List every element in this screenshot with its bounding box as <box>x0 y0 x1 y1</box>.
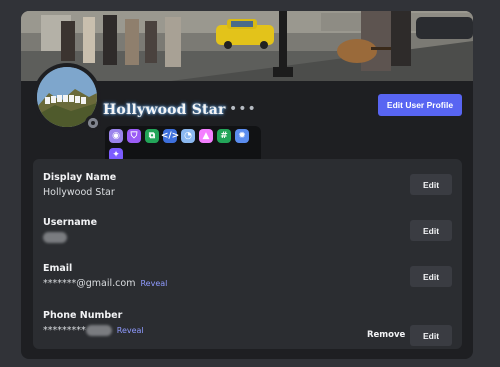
email-label: Email <box>43 263 73 274</box>
email-reveal-link[interactable]: Reveal <box>140 279 167 288</box>
phone-value-row: ********* Reveal <box>43 325 144 336</box>
developer-icon[interactable]: </> <box>161 129 179 143</box>
gear-badge-icon[interactable]: ✹ <box>235 129 249 143</box>
edit-email-button[interactable]: Edit <box>410 266 452 287</box>
email-field: Email *******@gmail.com Reveal <box>43 263 167 289</box>
phone-redacted <box>85 325 112 336</box>
status-indicator <box>85 115 101 131</box>
edit-username-button[interactable]: Edit <box>410 220 452 241</box>
email-value: *******@gmail.com <box>43 278 136 289</box>
shield-icon[interactable]: ⛉ <box>127 129 141 143</box>
nitro-icon[interactable]: ◔ <box>181 129 195 143</box>
edit-user-profile-button[interactable]: Edit User Profile <box>378 94 462 116</box>
account-info-panel: Display Name Hollywood Star Edit Usernam… <box>33 159 462 349</box>
display-name-label: Display Name <box>43 172 117 183</box>
remove-phone-button[interactable]: Remove <box>367 330 405 340</box>
username-label: Username <box>43 217 98 228</box>
triangle-icon[interactable]: ▲ <box>199 129 213 143</box>
edit-display-name-button[interactable]: Edit <box>410 174 452 195</box>
hypesquad-icon[interactable]: ◉ <box>109 129 123 143</box>
display-name-field: Display Name Hollywood Star <box>43 172 116 198</box>
display-name-value: Hollywood Star <box>43 187 115 198</box>
profile-display-name: Hollywood Star <box>103 102 226 118</box>
active-developer-icon[interactable]: ⧉ <box>145 129 159 143</box>
email-value-row: *******@gmail.com Reveal <box>43 278 167 289</box>
phone-field: Phone Number ********* Reveal <box>43 310 144 336</box>
hash-icon[interactable]: # <box>217 129 231 143</box>
phone-reveal-link[interactable]: Reveal <box>117 326 144 335</box>
phone-label: Phone Number <box>43 310 123 321</box>
username-redacted <box>43 232 67 243</box>
profile-card: Hollywood Star ••• ◉ ⛉ ⧉ </> ◔ ▲ # ✹ ✦ Edit User… <box>21 11 473 359</box>
more-options-icon[interactable]: ••• <box>229 101 257 117</box>
username-value <box>43 232 97 243</box>
avatar-frame[interactable] <box>33 63 101 131</box>
phone-value: ********* <box>43 325 86 336</box>
username-field: Username <box>43 217 97 243</box>
edit-phone-button[interactable]: Edit <box>410 325 452 346</box>
